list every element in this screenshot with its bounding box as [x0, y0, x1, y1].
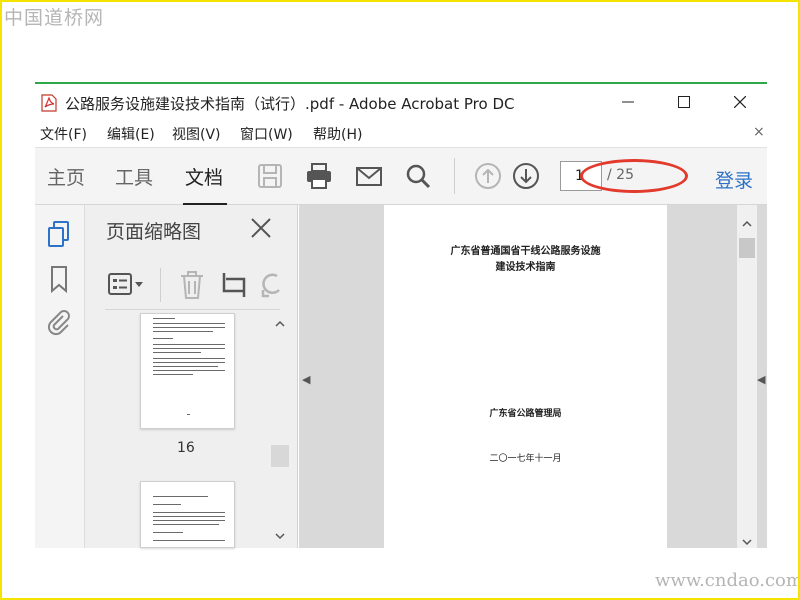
watermark-top: 中国道桥网 [4, 7, 105, 29]
scroll-down-icon[interactable] [742, 538, 752, 546]
document-date: 二〇一七年十一月 [489, 454, 562, 464]
attachment-icon[interactable] [45, 307, 73, 337]
save-icon[interactable] [255, 161, 285, 191]
login-link[interactable]: 登录 [715, 166, 753, 193]
document-title-line2: 建设技术指南 [495, 262, 556, 273]
document-title-line1: 广东省普通国省干线公路服务设施 [450, 246, 601, 257]
close-icon[interactable] [250, 217, 272, 239]
thumbnail-toolbar [85, 260, 283, 310]
thumbnail-scroll-thumb[interactable] [271, 445, 289, 467]
search-icon[interactable] [403, 161, 433, 191]
document-page: 广东省普通国省干线公路服务设施 建设技术指南 广东省公路管理局 二〇一七年十一月 [384, 205, 667, 548]
thumbnail-scrollbar[interactable] [271, 312, 289, 548]
scroll-up-icon[interactable] [742, 220, 752, 228]
minimize-icon [622, 101, 634, 103]
close-icon [734, 96, 746, 108]
prev-page-icon[interactable] [473, 161, 503, 191]
menu-edit[interactable]: 编辑(E) [107, 124, 155, 144]
thumbnail-panel-title: 页面缩略图 [106, 221, 202, 243]
scroll-up-icon[interactable] [275, 320, 285, 328]
tab-home[interactable]: 主页 [47, 163, 85, 190]
thumbnail-page-16[interactable] [140, 313, 235, 429]
menu-file[interactable]: 文件(F) [40, 124, 87, 144]
collapse-right-icon[interactable]: ◀ [757, 373, 765, 386]
maximize-icon [678, 96, 690, 108]
thumbnail-divider [105, 309, 280, 310]
page-number-input[interactable] [560, 161, 602, 191]
menu-bar: 文件(F) 编辑(E) 视图(V) 窗口(W) 帮助(H) × [35, 119, 767, 147]
thumbnail-page-label: 16 [177, 440, 195, 456]
delete-icon[interactable] [178, 270, 206, 300]
page-total-label: / 25 [607, 167, 634, 183]
tab-document[interactable]: 文档 [185, 163, 223, 190]
document-scrollbar[interactable] [737, 205, 757, 548]
navigation-pane [35, 205, 85, 548]
thumbnail-toolbar-separator [160, 268, 161, 302]
tab-tools[interactable]: 工具 [115, 163, 153, 190]
close-window-button[interactable] [712, 85, 768, 119]
email-icon[interactable] [354, 161, 384, 191]
menu-view[interactable]: 视图(V) [172, 124, 221, 144]
scroll-down-icon[interactable] [275, 532, 285, 540]
maximize-button[interactable] [656, 85, 712, 119]
title-bar: 公路服务设施建设技术指南（试行）.pdf - Adobe Acrobat Pro… [35, 85, 767, 119]
pdf-file-icon [41, 94, 57, 112]
document-view: ◀ 广东省普通国省干线公路服务设施 建设技术指南 广东省公路管理局 二〇一七年十… [299, 205, 767, 548]
crop-icon[interactable] [220, 270, 248, 300]
print-icon[interactable] [304, 161, 334, 191]
menu-window[interactable]: 窗口(W) [240, 124, 293, 144]
watermark-bottom: www.cndao.com [655, 570, 800, 591]
document-issuer: 广东省公路管理局 [489, 409, 562, 419]
page-thumbnails-icon[interactable] [45, 219, 73, 249]
undo-icon[interactable] [259, 270, 283, 300]
window-top-rule [35, 82, 767, 84]
options-menu-icon[interactable] [107, 270, 147, 300]
window-title: 公路服务设施建设技术指南（试行）.pdf - Adobe Acrobat Pro… [65, 95, 515, 113]
main-toolbar: 主页 工具 文档 / 25 登录 [35, 147, 767, 206]
menu-close-button[interactable]: × [753, 124, 765, 140]
next-page-icon[interactable] [511, 161, 541, 191]
document-scroll-thumb[interactable] [739, 238, 755, 258]
menu-help[interactable]: 帮助(H) [313, 124, 362, 144]
minimize-button[interactable] [600, 85, 656, 119]
thumbnail-panel: 页面缩略图 16 [85, 205, 298, 548]
thumbnail-page-17[interactable] [140, 481, 235, 548]
collapse-left-icon[interactable]: ◀ [302, 373, 310, 386]
toolbar-separator [454, 158, 455, 194]
bookmark-icon[interactable] [45, 264, 73, 294]
